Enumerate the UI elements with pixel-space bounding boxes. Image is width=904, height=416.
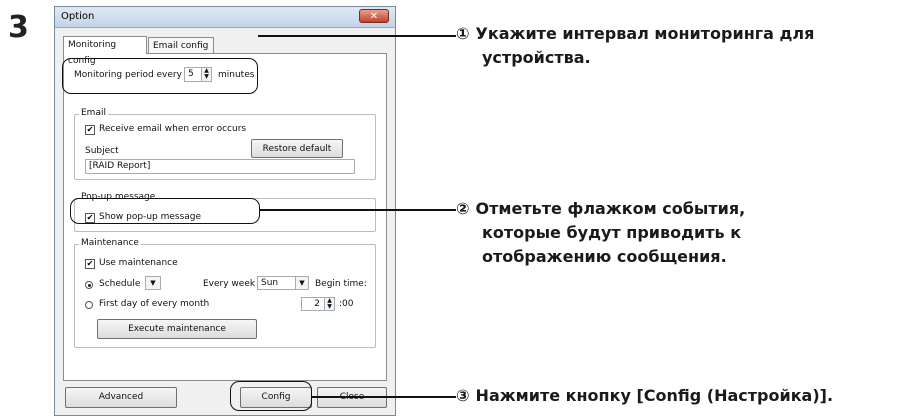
use-maintenance-checkbox[interactable]: ✔ <box>85 259 95 269</box>
leader-line-3 <box>312 396 456 398</box>
begin-hour-input[interactable]: 2 ▲ ▼ <box>301 297 335 311</box>
execute-maintenance-button[interactable]: Execute maintenance <box>97 319 257 339</box>
annotation-2-line-1: Отметьте флажком события, <box>475 199 746 218</box>
restore-default-button[interactable]: Restore default <box>251 139 343 158</box>
annotation-3-line-1: Нажмите кнопку [Config (Настройка)]. <box>475 386 834 405</box>
annotation-1: ① Укажите интервал мониторинга для устрой… <box>456 22 814 70</box>
begin-time-label: Begin time: <box>315 279 367 289</box>
annotation-1-line-2: устройства. <box>482 48 591 67</box>
spin-down-icon[interactable]: ▼ <box>325 304 334 310</box>
schedule-label: Schedule <box>99 279 141 289</box>
receive-email-label: Receive email when error occurs <box>99 124 247 134</box>
annotation-2: ② Отметьте флажком события, которые будут… <box>456 197 745 269</box>
day-of-week-dropdown[interactable]: Sun ▼ <box>257 276 309 290</box>
subject-input[interactable]: [RAID Report] <box>85 159 355 174</box>
day-of-week-value: Sun <box>261 278 279 288</box>
annotation-1-number: ① <box>456 24 470 43</box>
annotation-2-line-3: отображению сообщения. <box>482 247 727 266</box>
leader-line-2 <box>260 209 456 211</box>
highlight-show-popup <box>70 198 260 224</box>
begin-hour-spinner[interactable]: ▲ ▼ <box>324 298 334 310</box>
schedule-type-dropdown[interactable]: ▼ <box>145 276 161 290</box>
receive-email-checkbox[interactable]: ✔ <box>85 125 95 135</box>
chevron-down-icon[interactable]: ▼ <box>295 277 308 289</box>
title-bar[interactable]: Option ✕ <box>55 7 395 28</box>
annotation-3: ③ Нажмите кнопку [Config (Настройка)]. <box>456 384 833 408</box>
maintenance-group-title: Maintenance <box>79 238 141 248</box>
highlight-config-button <box>230 381 312 411</box>
dialog-title: Option <box>61 11 95 22</box>
window-close-button[interactable]: ✕ <box>359 9 389 23</box>
email-group: Email ✔ Receive email when error occurs … <box>74 108 376 180</box>
schedule-radio[interactable] <box>85 281 93 289</box>
advanced-button[interactable]: Advanced <box>65 387 177 408</box>
step-number: 3 <box>8 10 29 45</box>
every-week-label: Every week <box>203 279 256 289</box>
leader-line-1 <box>258 35 456 37</box>
annotation-2-line-2: которые будут приводить к <box>482 223 742 242</box>
annotation-1-line-1: Укажите интервал мониторинга для <box>475 24 815 43</box>
maintenance-group: Maintenance ✔ Use maintenance Schedule ▼… <box>74 238 376 348</box>
use-maintenance-label: Use maintenance <box>99 258 178 268</box>
annotation-3-number: ③ <box>456 386 470 405</box>
close-button[interactable]: Close <box>317 387 387 408</box>
minute-suffix: :00 <box>339 299 354 309</box>
tab-email-config[interactable]: Email config <box>148 37 214 53</box>
chevron-down-icon[interactable]: ▼ <box>145 277 160 289</box>
email-group-title: Email <box>79 108 108 118</box>
first-day-label: First day of every month <box>99 299 210 309</box>
subject-label: Subject <box>85 146 119 156</box>
first-day-radio[interactable] <box>85 301 93 309</box>
annotation-2-number: ② <box>456 199 470 218</box>
tab-monitoring-config[interactable]: Monitoring config <box>63 36 147 66</box>
begin-hour-value: 2 <box>314 299 320 309</box>
